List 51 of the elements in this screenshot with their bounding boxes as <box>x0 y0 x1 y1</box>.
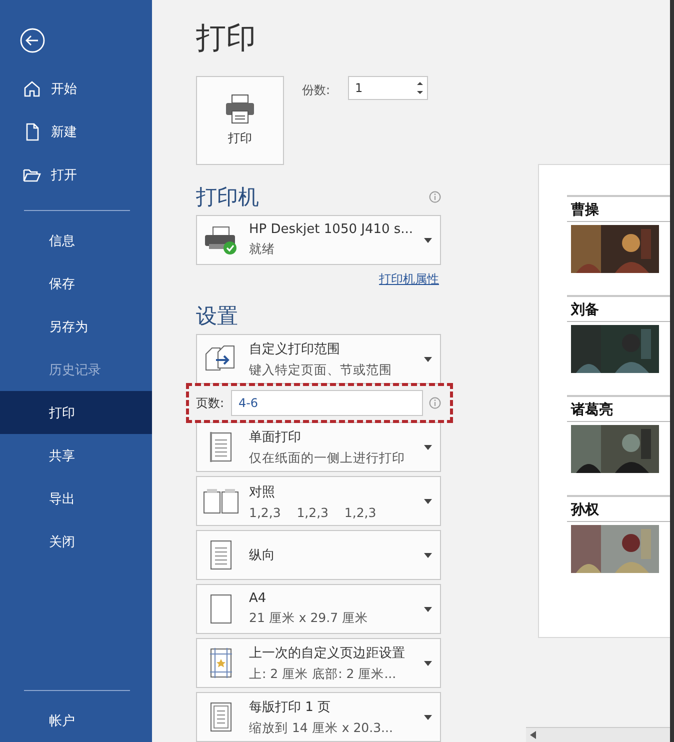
print-button[interactable]: 打印 <box>196 76 284 165</box>
scrollbar[interactable] <box>526 727 670 742</box>
home-icon <box>23 80 41 98</box>
pages-label: 页数: <box>196 394 226 412</box>
scroll-left-icon[interactable] <box>530 731 536 739</box>
sidebar-item[interactable]: 打开 <box>0 153 152 196</box>
settings-dropdown[interactable]: 单面打印 仅在纸面的一侧上进行打印 <box>196 422 441 472</box>
caret-icon <box>424 498 432 504</box>
printer-icon <box>224 94 256 124</box>
spin-arrows-icon[interactable] <box>417 81 424 95</box>
sidebar-item[interactable]: 关闭 <box>0 520 152 563</box>
settings-dropdown[interactable]: 纵向 <box>196 530 441 580</box>
info-icon <box>429 397 441 409</box>
caret-icon <box>424 444 432 450</box>
settings-dropdown[interactable]: 对照 1,2,3 1,2,3 1,2,3 <box>196 476 441 526</box>
sidebar-item[interactable]: 保存 <box>0 262 152 305</box>
caret-icon <box>424 238 432 242</box>
caret-icon <box>424 552 432 558</box>
margin-page-icon <box>210 648 232 678</box>
back-icon[interactable] <box>20 28 45 53</box>
printer-properties-link[interactable]: 打印机属性 <box>379 271 439 288</box>
portrait-page-icon <box>210 540 232 570</box>
document-icon <box>210 432 232 462</box>
copies-field[interactable]: 1 <box>348 76 428 100</box>
sidebar-item[interactable]: 开始 <box>0 67 152 110</box>
copies-label: 份数: <box>302 82 330 99</box>
sidebar-item[interactable]: 打印 <box>0 391 152 434</box>
sidebar-item[interactable]: 帐户 <box>0 699 152 742</box>
printer-dropdown[interactable]: HP Deskjet 1050 J410 s... 就绪 <box>196 215 441 265</box>
sidebar-item[interactable]: 新建 <box>0 110 152 153</box>
sidebar-item[interactable]: 共享 <box>0 434 152 477</box>
sidebar-item[interactable]: 导出 <box>0 477 152 520</box>
settings-dropdown[interactable]: 自定义打印范围 键入特定页面、节或范围 <box>196 334 441 384</box>
settings-dropdown[interactable]: 上一次的自定义页边距设置 上: 2 厘米 底部: 2 厘米... <box>196 638 441 688</box>
collated-pages-icon <box>203 488 239 514</box>
page-in-frame-icon <box>210 702 232 732</box>
sidebar-item[interactable]: 信息 <box>0 219 152 262</box>
blank-page-icon <box>210 594 232 624</box>
pages-field[interactable]: 4-6 <box>231 390 423 416</box>
settings-dropdown[interactable]: A4 21 厘米 x 29.7 厘米 <box>196 584 441 634</box>
page-title: 打印 <box>196 20 257 58</box>
caret-icon <box>424 356 432 362</box>
caret-icon <box>424 606 432 612</box>
sidebar-item[interactable]: 另存为 <box>0 305 152 348</box>
section-heading: 设置 <box>196 303 238 330</box>
printer-ready-icon <box>203 225 239 255</box>
settings-dropdown[interactable]: 每版打印 1 页 缩放到 14 厘米 x 20.3... <box>196 692 441 742</box>
caret-icon <box>424 660 432 666</box>
section-heading: 打印机 <box>196 184 259 211</box>
caret-icon <box>424 714 432 720</box>
info-icon <box>429 191 441 203</box>
